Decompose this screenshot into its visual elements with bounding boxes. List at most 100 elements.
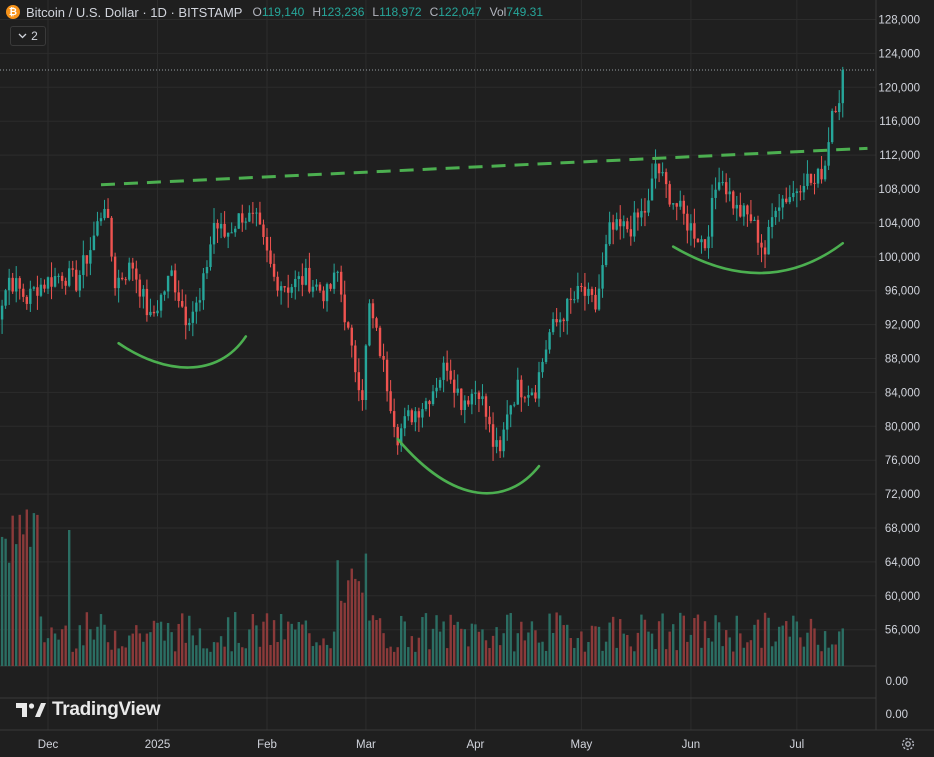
volume-bar [686, 641, 689, 666]
candle [587, 282, 590, 305]
volume-bar [11, 515, 14, 666]
tradingview-logo[interactable]: TradingView [16, 699, 161, 721]
candle [495, 427, 498, 454]
volume-bar [636, 632, 640, 666]
cup-arc[interactable] [396, 437, 541, 495]
symbol-title[interactable]: Bitcoin / U.S. Dollar · 1D · BITSTAMP [26, 5, 242, 20]
cup-arc[interactable] [117, 335, 248, 369]
volume-bar [417, 637, 421, 666]
candle [816, 167, 820, 188]
candle [57, 273, 60, 284]
volume-bar [60, 629, 64, 666]
candle [449, 359, 452, 384]
candle [498, 436, 502, 458]
volume-bar [693, 618, 696, 666]
settings-gear-icon[interactable] [900, 736, 916, 752]
candles [0, 66, 844, 461]
volume-bar [392, 651, 396, 666]
volume-bar [195, 645, 198, 666]
candle [315, 279, 318, 291]
candle [46, 276, 50, 295]
volume-bar [368, 620, 371, 666]
candle [50, 262, 53, 300]
candle [255, 207, 258, 227]
candle [428, 399, 431, 417]
price-axis[interactable]: 128,000 124,000 120,000 116,000 112,000 108,0… [878, 15, 920, 722]
candle [488, 406, 491, 433]
candle [173, 263, 177, 301]
volume-bar [131, 633, 134, 666]
ohlc-item: Vol749.31 [490, 5, 543, 19]
candle [830, 108, 834, 144]
neckline-dashed[interactable] [100, 146, 868, 187]
candle [325, 282, 329, 312]
candle [502, 422, 505, 458]
volume-bar [389, 646, 392, 666]
price-chart[interactable]: 128,000 124,000 120,000 116,000 112,000 108,0… [0, 0, 934, 757]
candle [608, 211, 611, 246]
candle [604, 234, 608, 268]
volume-bar [106, 642, 110, 666]
volume-bar [0, 536, 4, 666]
time-axis[interactable]: Dec 2025 Feb Mar Apr May Jun Jul [38, 739, 804, 751]
volume-bar [802, 646, 806, 666]
candle [389, 380, 392, 414]
candle [82, 240, 85, 289]
ohlc-value: 118,972 [379, 5, 422, 19]
candle [329, 283, 332, 292]
time-tick-label: May [571, 739, 593, 751]
candle [375, 316, 378, 331]
candle [569, 287, 572, 314]
volume-bar [421, 617, 424, 666]
candle [421, 402, 424, 428]
volume-bar [477, 631, 481, 666]
volume-bar [756, 619, 760, 666]
volume-bar [378, 618, 382, 666]
volume-bar [438, 631, 442, 666]
candle [99, 212, 103, 226]
candle [809, 173, 813, 186]
candle [527, 385, 530, 406]
tradingview-wordmark: TradingView [52, 699, 161, 720]
candle [834, 106, 837, 113]
volume-bar [781, 625, 784, 666]
candle [357, 358, 361, 402]
candle [802, 173, 806, 200]
volume-bar [138, 633, 142, 666]
volume-bar [22, 534, 25, 666]
candle [4, 288, 7, 309]
bitcoin-icon: ₿ [6, 5, 20, 19]
ohlc-key: C [429, 5, 439, 19]
price-tick-label: 88,000 [885, 354, 920, 366]
indicators-collapse-button[interactable]: 2 [10, 26, 46, 46]
volume-bar [400, 615, 403, 666]
candle [117, 269, 120, 303]
candle [75, 260, 78, 293]
volume-bar [626, 634, 629, 666]
candle [354, 340, 357, 383]
volume-bar [735, 615, 738, 666]
volume-bar [371, 615, 375, 666]
volume-bar [226, 617, 230, 666]
candle [170, 265, 173, 277]
candle [392, 398, 396, 438]
volume-bar [191, 635, 195, 666]
volume-bar [548, 613, 551, 666]
volume-bar [39, 616, 43, 666]
candle [78, 270, 81, 298]
volume-bar [294, 629, 297, 666]
volume-bar [813, 628, 816, 666]
price-tick-label: 72,000 [885, 489, 920, 501]
candle [724, 173, 728, 203]
volume-bar [753, 624, 756, 666]
volume-bar [36, 514, 39, 666]
volume-bar [509, 613, 512, 666]
volume-bar [785, 621, 788, 666]
volume-bar [290, 623, 293, 666]
candle [29, 280, 32, 312]
volume-bar [188, 615, 191, 666]
candle [237, 213, 240, 230]
volume-bar [435, 615, 438, 666]
volume-bar [795, 621, 799, 666]
candle [442, 356, 445, 393]
